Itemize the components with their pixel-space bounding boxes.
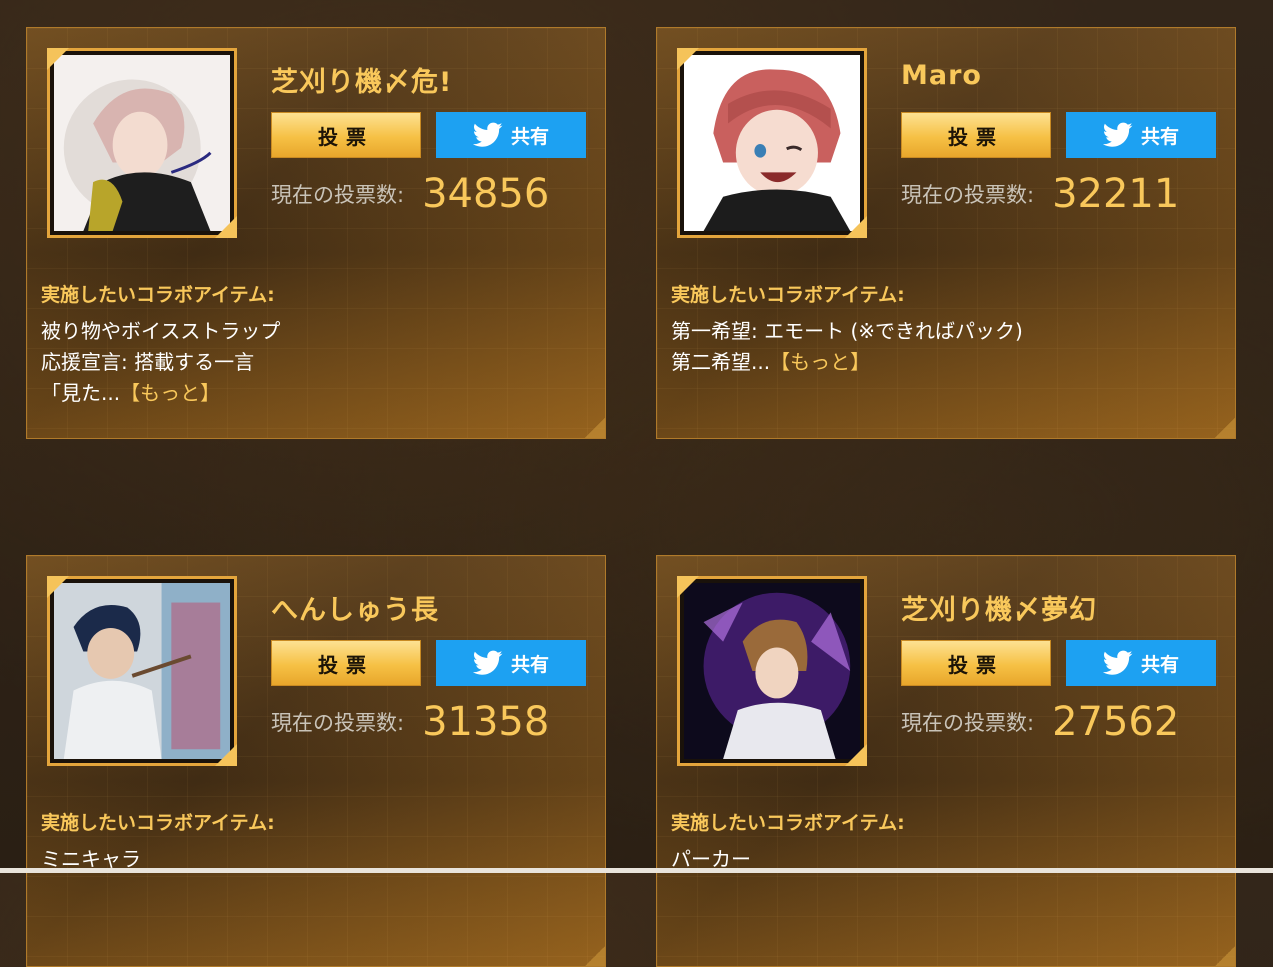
character-avatar-icon [684,55,860,231]
character-avatar-icon [54,55,230,231]
candidate-card: 芝刈り機〆危! 投票 共有 現在の投票数: 34856 実施したいコラボアイテム… [26,27,606,439]
vote-count-row: 現在の投票数: 27562 [901,696,1179,748]
more-link[interactable]: 【もっと】 [770,350,870,374]
share-label: 共有 [1140,125,1179,148]
candidate-card: Maro 投票 共有 現在の投票数: 32211 実施したいコラボアイテム: 第… [656,27,1236,439]
vote-button[interactable]: 投票 [271,112,421,158]
desc-line: 応援宣言: 搭載する一言 [41,350,255,374]
share-button[interactable]: 共有 [1066,640,1216,686]
more-link[interactable]: 【もっと】 [120,381,220,405]
avatar [684,55,860,231]
share-label: 共有 [510,653,549,676]
character-avatar-icon [684,583,860,759]
avatar [54,55,230,231]
vote-count-value: 27562 [1052,699,1180,745]
twitter-bird-icon [472,122,503,147]
vote-count-label: 現在の投票数: [901,711,1035,735]
candidate-name: Maro [901,60,982,91]
collab-description: 被り物やボイスストラップ 応援宣言: 搭載する一言 「見た...【もっと】 [41,316,280,409]
desc-line: 「見た...【もっと】 [41,381,221,405]
bottom-scroll-edge [0,868,1273,873]
candidate-name: 芝刈り機〆危! [271,67,453,98]
vote-count-label: 現在の投票数: [271,183,405,207]
avatar-frame [47,48,237,238]
avatar-frame [47,576,237,766]
vote-button[interactable]: 投票 [901,112,1051,158]
candidate-name: 芝刈り機〆夢幻 [901,595,1097,626]
collab-description: 第一希望: エモート (※できればパック) 第二希望...【もっと】 [671,316,1023,378]
twitter-bird-icon [472,650,503,675]
share-button[interactable]: 共有 [436,640,586,686]
vote-count-label: 現在の投票数: [271,711,405,735]
avatar-frame [677,48,867,238]
share-button[interactable]: 共有 [436,112,586,158]
collab-item-label: 実施したいコラボアイテム: [41,284,275,306]
avatar [684,583,860,759]
desc-line: 第二希望...【もっと】 [671,350,871,374]
vote-button[interactable]: 投票 [901,640,1051,686]
collab-item-label: 実施したいコラボアイテム: [41,812,275,834]
share-label: 共有 [510,125,549,148]
twitter-bird-icon [1102,650,1133,675]
photo-avatar-icon [54,583,230,759]
candidate-card: 芝刈り機〆夢幻 投票 共有 現在の投票数: 27562 実施したいコラボアイテム… [656,555,1236,967]
vote-count-value: 32211 [1052,171,1180,217]
share-label: 共有 [1140,653,1179,676]
candidate-card: へんしゅう長 投票 共有 現在の投票数: 31358 実施したいコラボアイテム:… [26,555,606,967]
collab-item-label: 実施したいコラボアイテム: [671,812,905,834]
vote-count-label: 現在の投票数: [901,183,1035,207]
twitter-bird-icon [1102,122,1133,147]
share-button[interactable]: 共有 [1066,112,1216,158]
avatar-frame [677,576,867,766]
desc-line: 第一希望: エモート (※できればパック) [671,319,1023,343]
vote-count-row: 現在の投票数: 34856 [271,168,549,220]
vote-button[interactable]: 投票 [271,640,421,686]
vote-count-value: 34856 [422,171,550,217]
vote-count-value: 31358 [422,699,550,745]
vote-count-row: 現在の投票数: 32211 [901,168,1179,220]
vote-count-row: 現在の投票数: 31358 [271,696,549,748]
candidate-name: へんしゅう長 [271,595,439,626]
collab-item-label: 実施したいコラボアイテム: [671,284,905,306]
desc-line: 被り物やボイスストラップ [41,319,281,343]
avatar [54,583,230,759]
